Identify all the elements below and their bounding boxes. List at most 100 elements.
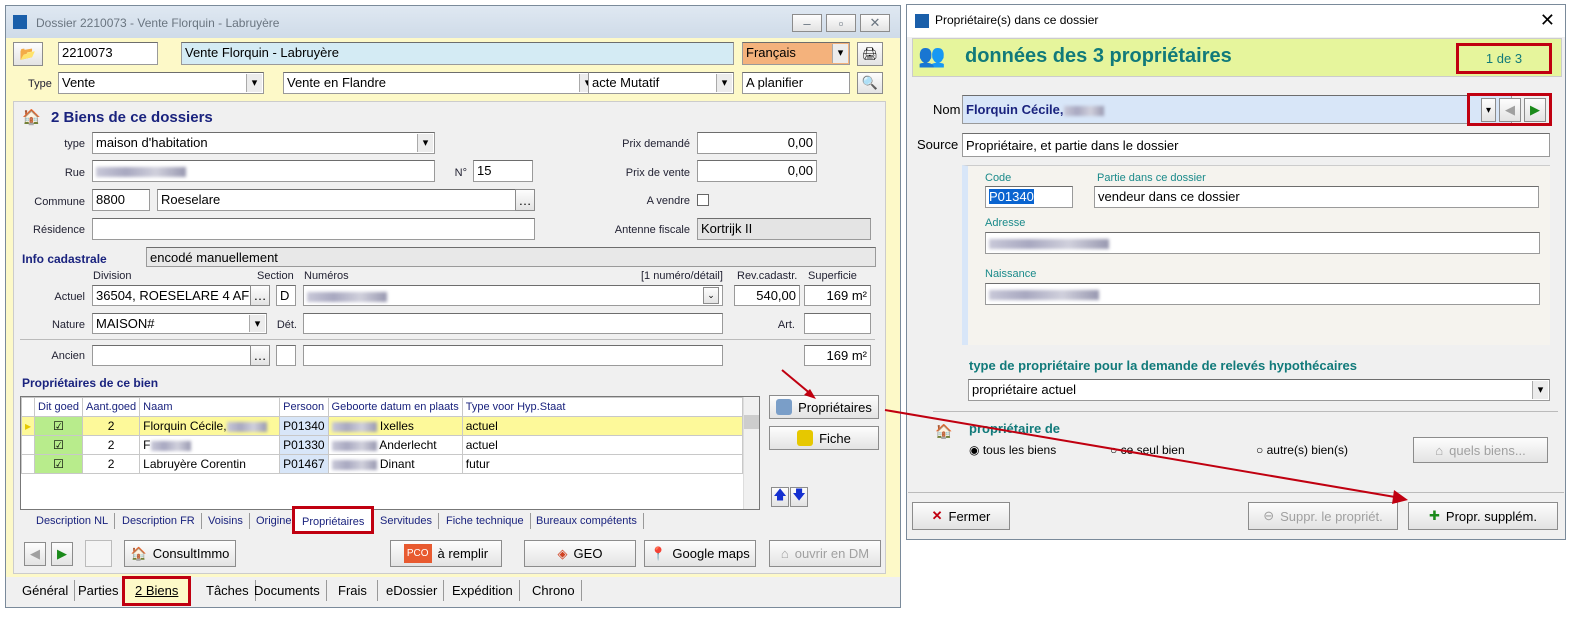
antenne-field[interactable]: Kortrijk II xyxy=(697,218,871,240)
subtab-proprietaires[interactable]: Propriétaires xyxy=(292,506,375,534)
bien-type-select[interactable]: maison d'habitation xyxy=(92,132,435,154)
article-field[interactable] xyxy=(804,313,871,334)
ancien-numeros-field[interactable] xyxy=(303,345,723,366)
col-header[interactable]: Persoon xyxy=(279,397,329,417)
ancien-division-field[interactable] xyxy=(92,345,252,366)
nom-dropdown-button[interactable]: ▾ xyxy=(1481,98,1496,122)
subtype-select[interactable]: Vente en Flandre xyxy=(283,72,597,94)
quels-biens-button[interactable]: ⌂ quels biens... xyxy=(1413,437,1548,463)
consultimmo-button[interactable]: 🏠 ConsultImmo xyxy=(124,540,236,567)
geo-button[interactable]: ◈ GEO xyxy=(524,540,636,567)
section-field[interactable]: D xyxy=(276,285,296,306)
tab-documents[interactable]: Documents xyxy=(248,580,327,601)
ancien-lookup-button[interactable]: … xyxy=(250,345,270,366)
numeros-expand-button[interactable]: ⌄ xyxy=(703,287,719,304)
naissance-field[interactable] xyxy=(985,283,1540,305)
col-header[interactable]: Aant.goed xyxy=(82,397,141,417)
residence-field[interactable] xyxy=(92,218,535,240)
dit-goed-checkbox[interactable]: ☑ xyxy=(34,454,84,474)
open-folder-button[interactable]: 📂 xyxy=(13,42,43,66)
ancien-label: Ancien xyxy=(51,350,85,362)
minimize-button[interactable]: ‒ xyxy=(792,14,822,32)
nature-select[interactable]: MAISON# xyxy=(92,313,267,334)
acte-select[interactable]: acte Mutatif xyxy=(588,72,734,94)
subtab-description-fr[interactable]: Description FR xyxy=(116,513,202,529)
col-header[interactable]: Naam xyxy=(139,397,281,417)
close-button[interactable]: ✕ xyxy=(860,14,890,32)
subtab-description-nl[interactable]: Description NL xyxy=(30,513,116,529)
prix-demande-label: Prix demandé xyxy=(622,138,690,150)
tab-edossier[interactable]: eDossier xyxy=(380,580,445,601)
prix-demande-field[interactable]: 0,00 xyxy=(697,132,817,154)
subtab-voisins[interactable]: Voisins xyxy=(202,513,250,529)
google-maps-button[interactable]: 📍 Google maps xyxy=(644,540,756,567)
app-icon xyxy=(915,14,929,28)
grid-scrollbar[interactable] xyxy=(743,397,759,509)
type-select[interactable]: Vente xyxy=(58,72,264,94)
ancien-superficie-field[interactable]: 169 m² xyxy=(804,345,871,366)
next-owner-button[interactable]: ▶ xyxy=(1524,98,1546,122)
division-lookup-button[interactable]: … xyxy=(250,285,270,306)
subtab-servitudes[interactable]: Servitudes xyxy=(374,513,439,529)
source-field[interactable]: Propriétaire, et partie dans le dossier xyxy=(962,133,1550,157)
table-row[interactable]: ☑ 2 Labruyère Corentin P01467 Dinant futur xyxy=(20,454,744,474)
nom-select[interactable]: Florquin Cécile, xyxy=(962,95,1512,124)
dossier-name-field[interactable]: Vente Florquin - Labruyère xyxy=(181,42,734,65)
col-header[interactable]: Dit goed xyxy=(34,397,84,417)
rev-field[interactable]: 540,00 xyxy=(734,285,800,306)
subtab-fiche-technique[interactable]: Fiche technique xyxy=(440,513,531,529)
remplir-button[interactable]: PCO à remplir xyxy=(390,540,502,567)
numero-field[interactable]: 15 xyxy=(473,160,533,182)
col-header[interactable]: Type voor Hyp.Staat xyxy=(461,397,744,417)
superficie-field[interactable]: 169 m² xyxy=(804,285,871,306)
a-vendre-checkbox[interactable] xyxy=(697,194,709,206)
rue-field[interactable] xyxy=(92,160,435,182)
maximize-button[interactable]: ▫ xyxy=(826,14,856,32)
owners-grid: Dit goed Aant.goed Naam Persoon Geboorte dat… xyxy=(20,396,760,510)
propr-supplem-button[interactable]: ✚ Propr. supplém. xyxy=(1408,502,1558,530)
actuel-label: Actuel xyxy=(54,291,85,303)
tab-expedition[interactable]: Expédition xyxy=(446,580,520,601)
code-field[interactable]: P01340 xyxy=(985,186,1073,208)
tab-frais[interactable]: Frais xyxy=(328,580,378,601)
next-button[interactable]: ▶ xyxy=(51,542,73,566)
language-select[interactable]: Français xyxy=(742,42,850,65)
tab-general[interactable]: Général xyxy=(16,580,76,601)
ancien-section-field[interactable] xyxy=(276,345,296,366)
dit-goed-checkbox[interactable]: ☑ xyxy=(34,435,84,455)
dossier-number-field[interactable]: 2210073 xyxy=(58,42,158,65)
type-proprietaire-title: type de propriétaire pour la demande de … xyxy=(969,358,1357,373)
previous-owner-button[interactable]: ◀ xyxy=(1499,98,1521,122)
rev-label: Rev.cadastr. xyxy=(737,270,798,282)
fiche-button[interactable]: Fiche xyxy=(769,426,879,450)
adresse-field[interactable] xyxy=(985,232,1540,254)
tab-chrono[interactable]: Chrono xyxy=(526,580,582,601)
postal-code-field[interactable]: 8800 xyxy=(92,189,150,211)
commune-lookup-button[interactable]: … xyxy=(515,189,535,211)
print-button[interactable]: 🖨 xyxy=(857,42,883,66)
subtab-bureaux[interactable]: Bureaux compétents xyxy=(530,513,644,529)
move-up-button[interactable]: 🡅 xyxy=(771,487,789,507)
move-down-button[interactable]: 🡇 xyxy=(790,487,808,507)
numeros-field[interactable] xyxy=(303,285,723,306)
previous-button[interactable]: ◀ xyxy=(24,542,46,566)
col-header[interactable]: Geboorte datum en plaats xyxy=(327,397,463,417)
persoon-cell: P01340 xyxy=(279,416,329,436)
naissance-label: Naissance xyxy=(985,268,1037,280)
status-field[interactable]: A planifier xyxy=(742,72,850,94)
detail-field[interactable] xyxy=(303,313,723,334)
type-proprietaire-select[interactable]: propriétaire actuel xyxy=(968,379,1550,401)
ouvrir-dm-button[interactable]: ⌂ ouvrir en DM xyxy=(769,540,881,567)
table-row[interactable]: ▸ ☑ 2 Florquin Cécile, P01340 Ixelles actuel xyxy=(20,416,744,436)
tab-parties[interactable]: Parties xyxy=(72,580,126,601)
prix-vente-field[interactable]: 0,00 xyxy=(697,160,817,182)
partie-field[interactable]: vendeur dans ce dossier xyxy=(1094,186,1539,208)
division-field[interactable]: 36504, ROESELARE 4 AF xyxy=(92,285,252,306)
table-row[interactable]: ☑ 2 F P01330 Anderlecht actuel xyxy=(20,435,744,455)
dialog-close-button[interactable]: ✕ xyxy=(1540,10,1555,31)
tab-biens[interactable]: 2 Biens xyxy=(122,576,192,606)
dialog-header-title: données des 3 propriétaires xyxy=(965,45,1232,67)
commune-field[interactable]: Roeselare xyxy=(157,189,517,211)
dit-goed-checkbox[interactable]: ☑ xyxy=(34,416,84,436)
search-button[interactable]: 🔍 xyxy=(857,72,883,94)
